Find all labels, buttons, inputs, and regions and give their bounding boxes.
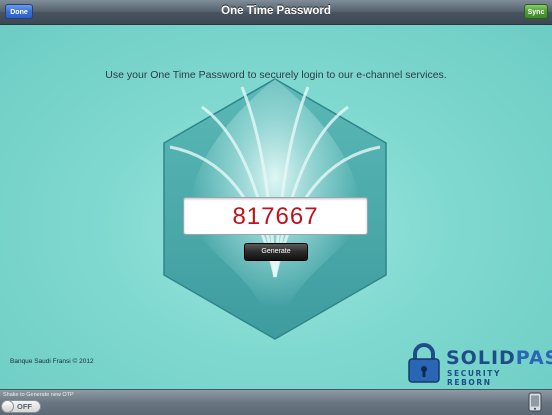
toggle-state-label: OFF [17,402,32,411]
page-title: One Time Password [221,5,331,17]
toggle-knob [1,400,14,413]
sync-button[interactable]: Sync [524,4,548,19]
solidpass-brand: SOLIDPASS SECURITY REBORN [406,340,552,387]
shake-to-generate-label: Shake to Generate new OTP [3,392,74,398]
brand-name-pass: PASS [515,347,552,369]
bottom-toolbar: Shake to Generate new OTP OFF [0,389,552,415]
padlock-icon [408,343,440,383]
brand-name-solid: SOLID [446,347,516,369]
otp-value: 817667 [232,203,319,230]
navigation-bar: Done One Time Password Sync [0,0,552,25]
otp-display: 817667 [183,197,368,235]
brand-name: SOLIDPASS [446,347,552,369]
generate-button[interactable]: Generate [244,243,308,261]
iphone-device-icon[interactable] [528,392,542,412]
copyright-text: Banque Saudi Fransi © 2012 [10,358,94,365]
brand-tagline: SECURITY REBORN [447,369,502,387]
shake-toggle-switch[interactable]: OFF [1,400,41,413]
